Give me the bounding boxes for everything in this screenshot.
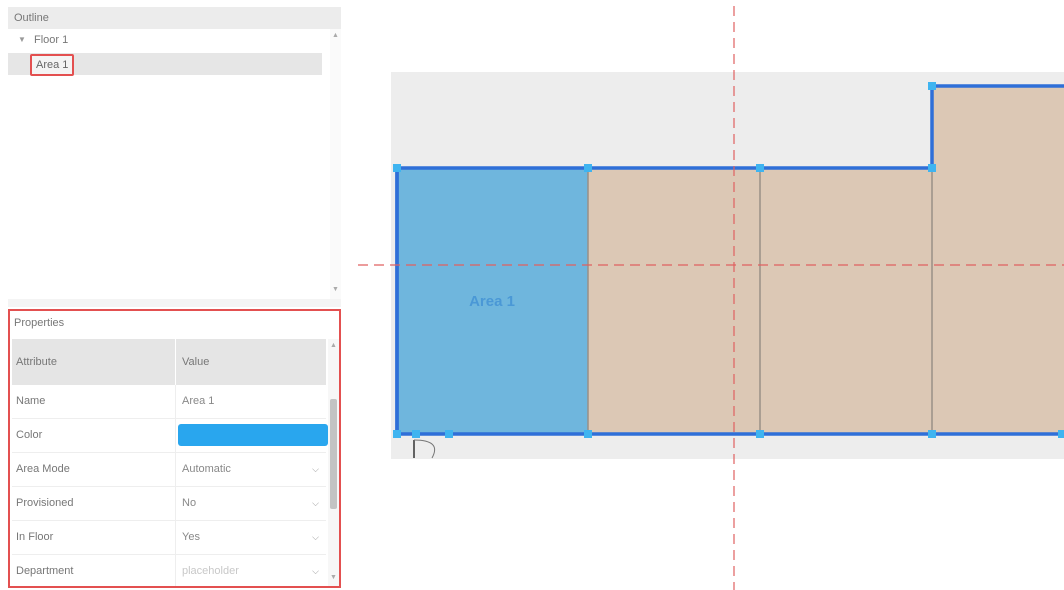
vertex-handle[interactable]: [756, 164, 764, 172]
floor-plan-canvas[interactable]: Area 1: [344, 0, 1064, 590]
tree-item-area-1[interactable]: Area 1: [8, 53, 322, 76]
department-value: placeholder: [182, 565, 239, 577]
outline-title: Outline: [14, 12, 49, 24]
outline-horizontal-scrollbar[interactable]: [8, 299, 341, 307]
area-mode-value: Automatic: [182, 463, 231, 475]
property-row-department: Department placeholder ⌵: [12, 555, 326, 586]
properties-title: Properties: [14, 317, 65, 329]
vertex-handle[interactable]: [756, 430, 764, 438]
name-field[interactable]: Area 1: [175, 385, 325, 418]
outline-header: Outline: [8, 7, 341, 29]
property-row-area-mode: Area Mode Automatic ⌵: [12, 453, 326, 487]
floor-plan-svg[interactable]: Area 1: [344, 0, 1064, 590]
property-label: Color: [16, 429, 43, 441]
chevron-down-icon[interactable]: ⌵: [312, 453, 319, 486]
provisioned-value: No: [182, 497, 197, 509]
expand-caret-icon[interactable]: ▼: [18, 29, 26, 51]
chevron-down-icon[interactable]: ⌵: [312, 521, 319, 554]
vertex-handle[interactable]: [1058, 430, 1064, 438]
tree-item-floor-1[interactable]: ▼ Floor 1: [8, 29, 322, 51]
scroll-up-icon[interactable]: ▲: [331, 31, 340, 41]
properties-vertical-scrollbar[interactable]: ▲ ▼: [328, 339, 339, 586]
scroll-up-icon[interactable]: ▲: [329, 341, 338, 351]
department-select[interactable]: placeholder ⌵: [175, 555, 325, 586]
vertex-handle[interactable]: [928, 82, 936, 90]
property-row-provisioned: Provisioned No ⌵: [12, 487, 326, 521]
outline-vertical-scrollbar[interactable]: ▲ ▼: [330, 29, 341, 299]
left-panel: Outline ▼ Floor 1 Area 1 ▲ ▼ Properties …: [0, 0, 344, 590]
value-column-header: Value: [175, 339, 325, 385]
scrollbar-thumb[interactable]: [330, 399, 337, 509]
properties-panel: Properties Attribute Value Name Area 1 C…: [8, 309, 341, 588]
vertex-handle[interactable]: [584, 164, 592, 172]
provisioned-select[interactable]: No ⌵: [175, 487, 325, 520]
area-mode-select[interactable]: Automatic ⌵: [175, 453, 325, 486]
chevron-down-icon[interactable]: ⌵: [312, 555, 319, 586]
area-1-canvas-label: Area 1: [469, 293, 515, 310]
scroll-down-icon[interactable]: ▼: [331, 285, 340, 295]
room-4[interactable]: [932, 86, 1064, 434]
property-label: Area Mode: [16, 463, 70, 475]
property-label: Provisioned: [16, 497, 74, 509]
vertex-handle[interactable]: [412, 430, 420, 438]
outline-tree: ▼ Floor 1 Area 1 ▲ ▼: [8, 29, 341, 307]
vertex-handle[interactable]: [928, 430, 936, 438]
in-floor-select[interactable]: Yes ⌵: [175, 521, 325, 554]
vertex-handle[interactable]: [393, 164, 401, 172]
vertex-handle[interactable]: [393, 430, 401, 438]
vertex-handle[interactable]: [928, 164, 936, 172]
tree-item-area-label: Area 1: [30, 54, 75, 76]
attribute-column-header: Attribute: [16, 356, 57, 368]
color-swatch[interactable]: [178, 424, 328, 446]
scroll-down-icon[interactable]: ▼: [329, 573, 338, 583]
properties-header-row: Attribute Value: [12, 339, 326, 385]
in-floor-value: Yes: [182, 531, 200, 543]
color-field[interactable]: [175, 419, 328, 452]
property-row-name: Name Area 1: [12, 385, 326, 419]
vertex-handle[interactable]: [584, 430, 592, 438]
property-row-color: Color: [12, 419, 328, 453]
property-label: Name: [16, 395, 46, 407]
tree-item-floor-label: Floor 1: [34, 34, 69, 46]
property-label: In Floor: [16, 531, 54, 543]
property-label: Department: [16, 565, 74, 577]
chevron-down-icon[interactable]: ⌵: [312, 487, 319, 520]
vertex-handle[interactable]: [445, 430, 453, 438]
property-row-in-floor: In Floor Yes ⌵: [12, 521, 326, 555]
room-3[interactable]: [760, 168, 932, 434]
